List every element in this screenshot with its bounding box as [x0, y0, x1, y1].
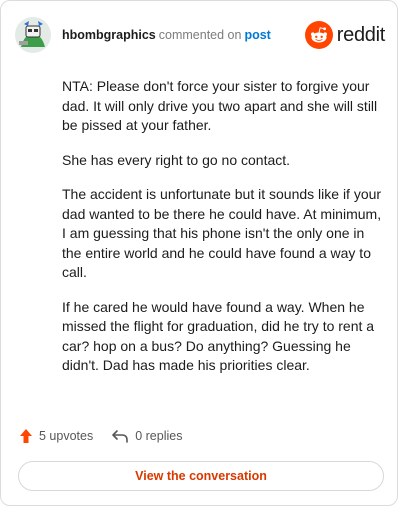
comment-byline: hbombgraphics commented on post	[62, 28, 271, 42]
comment-header: hbombgraphics commented on post reddit	[15, 17, 385, 53]
comment-paragraph: The accident is unfortunate but it sound…	[62, 186, 382, 280]
reply-arrow-icon	[112, 430, 129, 443]
post-link[interactable]: post	[244, 28, 270, 42]
replies-count: 0 replies	[135, 429, 183, 443]
comment-paragraph: She has every right to go no contact.	[62, 151, 291, 168]
upvotes-count: 5 upvotes	[39, 429, 94, 443]
reddit-logo[interactable]: reddit	[304, 20, 386, 50]
comment-paragraph: If he cared he would have found a way. W…	[62, 298, 375, 374]
upvote-arrow-icon	[20, 429, 32, 443]
view-conversation-button[interactable]: View the conversation	[18, 461, 384, 491]
replies-stat[interactable]: 0 replies	[111, 428, 182, 444]
comment-paragraph: NTA: Please don't force your sister to f…	[62, 78, 378, 133]
avatar-image-icon	[15, 17, 51, 53]
reddit-snoo-icon	[304, 21, 333, 49]
comment-embed-card: hbombgraphics commented on post reddit NTA…	[0, 0, 398, 506]
comment-body: NTA: Please don't force your sister to f…	[62, 77, 384, 391]
upvotes-stat[interactable]: 5 upvotes	[19, 428, 93, 444]
user-avatar[interactable]	[15, 17, 51, 53]
username-link[interactable]: hbombgraphics	[62, 28, 156, 42]
comment-stats: 5 upvotes 0 replies	[19, 425, 182, 447]
action-text: commented on	[158, 28, 242, 42]
reddit-wordmark: reddit	[336, 23, 386, 46]
